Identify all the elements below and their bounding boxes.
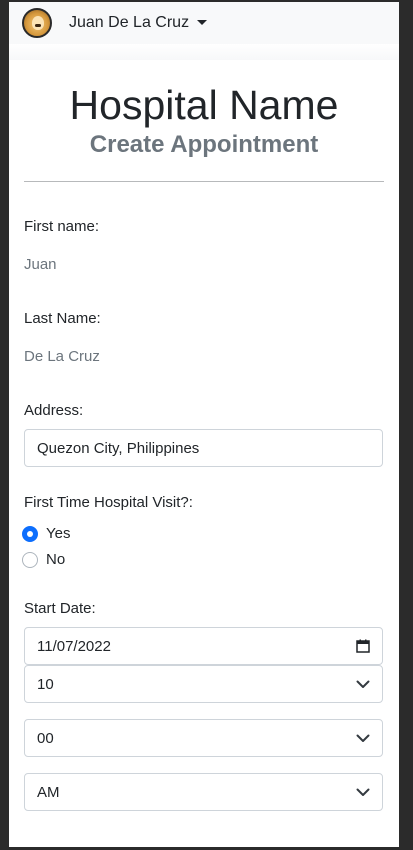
page-subtitle: Create Appointment: [89, 131, 319, 159]
first-name-label: First name:: [24, 218, 100, 235]
first-name-value: Juan: [24, 256, 57, 273]
first-visit-label: First Time Hospital Visit?:: [24, 494, 193, 511]
chevron-down-icon: [356, 731, 370, 745]
page-top-strip: [9, 44, 399, 60]
radio-checked-icon[interactable]: [22, 525, 38, 542]
radio-yes-label: Yes: [46, 525, 71, 542]
radio-unchecked-icon[interactable]: [22, 551, 38, 568]
address-input[interactable]: Quezon City, Philippines: [24, 429, 383, 467]
address-label: Address:: [24, 402, 84, 419]
start-date-input[interactable]: 11/07/2022: [24, 627, 383, 665]
page-title: Hospital Name: [69, 82, 339, 128]
chevron-down-icon: [356, 677, 370, 691]
app-viewport: Juan De La Cruz Hospital Name Create App…: [9, 2, 399, 847]
minute-select[interactable]: 00: [24, 719, 383, 757]
period-select-value: AM: [37, 783, 60, 801]
last-name-label: Last Name:: [24, 310, 101, 327]
user-menu-toggle[interactable]: Juan De La Cruz: [69, 14, 208, 32]
avatar[interactable]: [22, 8, 52, 38]
navbar: Juan De La Cruz: [9, 2, 399, 44]
radio-no-label: No: [46, 551, 66, 568]
calendar-icon[interactable]: [356, 639, 370, 653]
start-date-value: 11/07/2022: [37, 637, 111, 655]
user-name: Juan De La Cruz: [69, 14, 190, 31]
divider: [24, 181, 384, 183]
form-container: Hospital Name Create Appointment: [9, 82, 399, 183]
chevron-down-icon: [356, 785, 370, 799]
hour-select[interactable]: 10: [24, 665, 383, 703]
radio-no[interactable]: No: [22, 551, 65, 568]
minute-select-value: 00: [37, 729, 54, 747]
last-name-value: De La Cruz: [24, 348, 100, 365]
start-date-label: Start Date:: [24, 600, 96, 617]
hour-select-value: 10: [37, 675, 54, 693]
radio-yes[interactable]: Yes: [22, 525, 70, 542]
address-input-value: Quezon City, Philippines: [37, 439, 200, 457]
caret-down-icon: [197, 19, 208, 25]
period-select[interactable]: AM: [24, 773, 383, 811]
